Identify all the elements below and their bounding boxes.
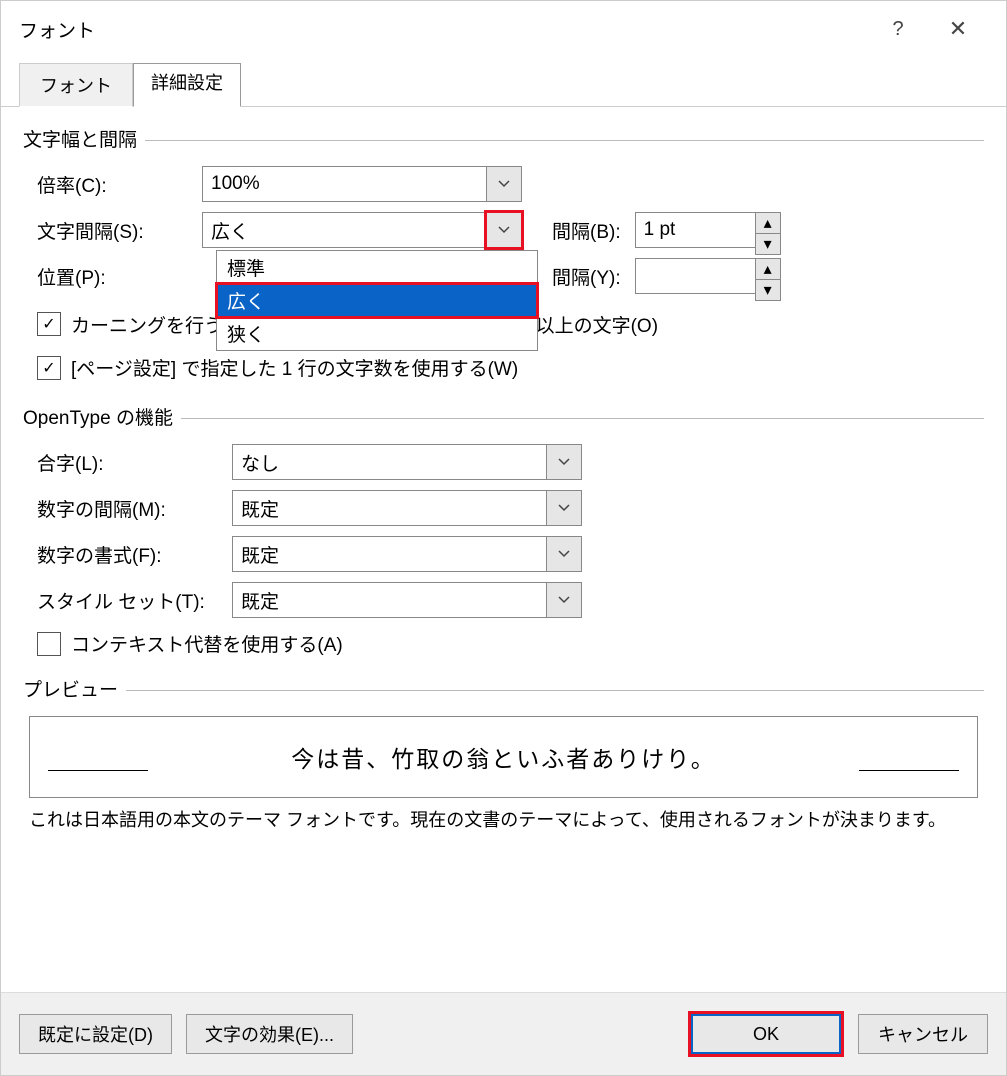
set-default-button[interactable]: 既定に設定(D) [19,1014,172,1054]
kerning-checkbox[interactable]: ✓ [37,312,61,336]
styleset-label: スタイル セット(T): [37,587,232,614]
chevron-down-icon[interactable] [486,166,522,202]
chevron-down-icon[interactable] [486,212,522,248]
chevron-down-icon[interactable] [546,536,582,572]
close-icon: ✕ [949,16,967,42]
group-opentype-title: OpenType の機能 [23,403,173,430]
numspacing-combo[interactable]: 既定 [232,490,582,526]
tab-font[interactable]: フォント [19,63,133,107]
spacing-opt-normal[interactable]: 標準 [217,251,537,284]
styleset-combo[interactable]: 既定 [232,582,582,618]
help-button[interactable]: ? [868,9,928,49]
linecount-checkbox[interactable]: ✓ [37,356,61,380]
position-label: 位置(P): [37,263,202,290]
chevron-down-icon[interactable] [546,582,582,618]
spin-down-icon[interactable]: ▾ [755,279,781,301]
spin-up-icon[interactable]: ▴ [755,212,781,233]
spin-up-icon[interactable]: ▴ [755,258,781,279]
spacing-opt-narrow[interactable]: 狭く [217,317,537,350]
ligature-label: 合字(L): [37,449,232,476]
numform-combo[interactable]: 既定 [232,536,582,572]
linecount-label: [ページ設定] で指定した 1 行の文字数を使用する(W) [71,354,518,381]
tab-strip: フォント 詳細設定 [19,63,1006,107]
tab-advanced[interactable]: 詳細設定 [133,63,241,107]
dialog-footer: 既定に設定(D) 文字の効果(E)... OK キャンセル [1,992,1006,1075]
close-button[interactable]: ✕ [928,9,988,49]
ok-button[interactable]: OK [691,1014,841,1054]
spacing-combo[interactable]: 広く [202,212,522,248]
preview-title: プレビュー [23,675,118,702]
preview-text: 今は昔、竹取の翁といふ者ありけり。 [291,740,716,774]
context-checkbox[interactable] [37,632,61,656]
context-label: コンテキスト代替を使用する(A) [71,630,343,657]
numform-label: 数字の書式(F): [37,541,232,568]
scale-combo[interactable]: 100% [202,166,522,202]
spacing-label: 文字間隔(S): [37,217,202,244]
spacing-y-spinner[interactable]: ▴▾ [635,258,781,294]
titlebar: フォント ? ✕ [1,1,1006,57]
spacing-opt-wide[interactable]: 広く [217,284,537,317]
scale-label: 倍率(C): [37,171,202,198]
spacing-b-label: 間隔(B): [552,217,621,244]
spacing-value: 広く [202,212,486,248]
font-dialog: フォント ? ✕ フォント 詳細設定 文字幅と間隔 倍率(C): 100% 文字… [0,0,1007,1076]
spin-down-icon[interactable]: ▾ [755,233,781,255]
dialog-title: フォント [19,16,95,43]
chevron-down-icon[interactable] [546,444,582,480]
chevron-down-icon[interactable] [546,490,582,526]
text-effects-button[interactable]: 文字の効果(E)... [186,1014,353,1054]
group-spacing-title: 文字幅と間隔 [23,125,137,152]
spacing-y-label: 間隔(Y): [552,263,621,290]
ligature-combo[interactable]: なし [232,444,582,480]
spacing-dropdown[interactable]: 標準 広く 狭く [216,250,538,351]
numspacing-label: 数字の間隔(M): [37,495,232,522]
sheet-advanced: 文字幅と間隔 倍率(C): 100% 文字間隔(S): 広く 間隔(B): 1 … [1,107,1006,832]
preview-note: これは日本語用の本文のテーマ フォントです。現在の文書のテーマによって、使用され… [29,806,978,832]
spacing-y-value [635,258,755,294]
preview-box: 今は昔、竹取の翁といふ者ありけり。 [29,716,978,798]
scale-value: 100% [202,166,486,202]
cancel-button[interactable]: キャンセル [858,1014,988,1054]
spacing-b-value: 1 pt [635,212,755,248]
help-icon: ? [892,18,903,41]
spacing-b-spinner[interactable]: 1 pt ▴▾ [635,212,781,248]
ok-button-highlight: OK [688,1011,844,1057]
